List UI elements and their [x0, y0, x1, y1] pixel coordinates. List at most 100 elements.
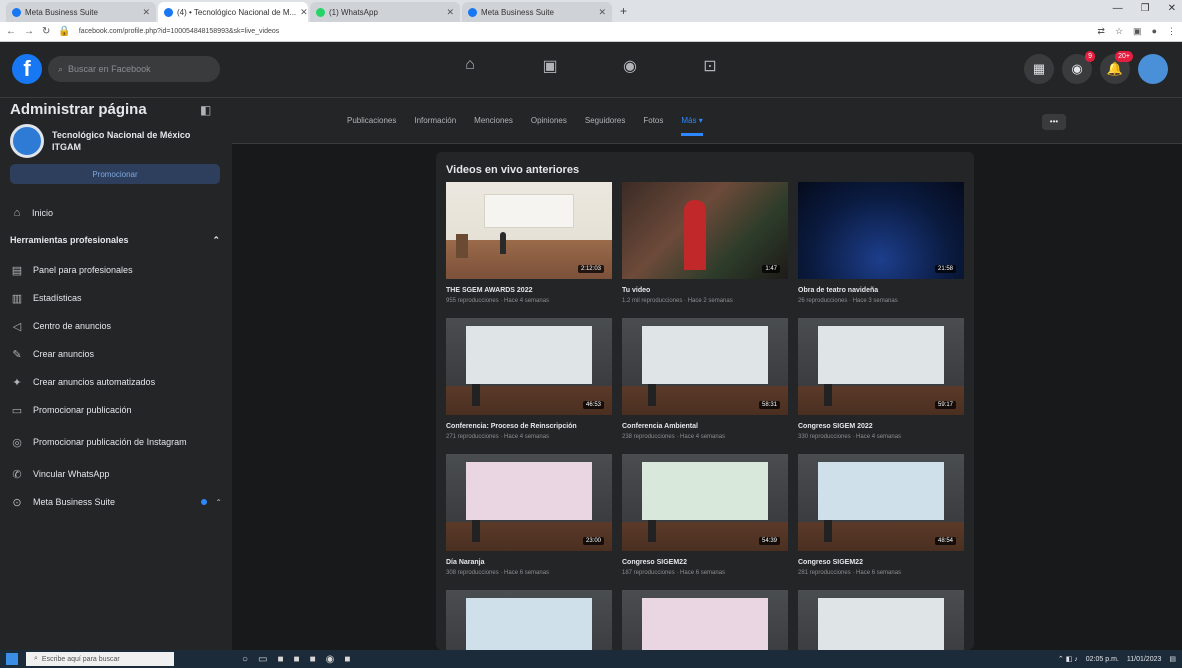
notifications-icon[interactable]: 🔔 20+	[1100, 51, 1133, 84]
app-icon[interactable]: ■	[294, 654, 300, 665]
tab-reviews[interactable]: Opiniones	[531, 116, 567, 136]
translate-icon[interactable]: ⇄	[1097, 26, 1105, 37]
browser-tab-3[interactable]: (1) WhatsApp ✕	[310, 2, 460, 22]
tab-information[interactable]: Información	[414, 116, 456, 136]
video-card[interactable]: 23:00 Día Naranja 308 reproducciones · H…	[446, 454, 612, 576]
browser-tab-2[interactable]: (4) • Tecnológico Nacional de M... ✕	[158, 2, 308, 22]
video-card[interactable]	[798, 590, 964, 650]
video-card[interactable]	[446, 590, 612, 650]
video-title[interactable]: Conferencia Ambiental	[622, 423, 788, 430]
word-icon[interactable]: ■	[310, 654, 316, 665]
browser-tab-4[interactable]: Meta Business Suite ✕	[462, 2, 612, 22]
video-card[interactable]: 46:53 Conferencia: Proceso de Reinscripc…	[446, 318, 612, 440]
facebook-logo-icon[interactable]: f	[12, 54, 42, 84]
page-switcher[interactable]: Tecnológico Nacional de México ITGAM	[10, 124, 212, 158]
menu-dots-icon[interactable]: ⋮	[1167, 26, 1176, 37]
maximize-icon[interactable]: ❐	[1141, 3, 1150, 14]
sidebar-item-professional-panel[interactable]: ▤ Panel para profesionales	[10, 256, 222, 284]
video-title[interactable]: Obra de teatro navideña	[798, 287, 964, 294]
video-thumbnail[interactable]	[798, 590, 964, 650]
video-thumbnail[interactable]	[446, 590, 612, 650]
video-card[interactable]: 21:58 Obra de teatro navideña 26 reprodu…	[798, 182, 964, 304]
notification-center-icon[interactable]: ▤	[1169, 655, 1176, 663]
reload-icon[interactable]: ↻	[42, 26, 50, 37]
app-icon[interactable]: ■	[344, 654, 350, 665]
close-icon[interactable]: ✕	[598, 7, 606, 18]
sidebar-item-statistics[interactable]: ▥ Estadísticas	[10, 284, 222, 312]
video-card[interactable]: 58:31 Conferencia Ambiental 238 reproduc…	[622, 318, 788, 440]
sidebar-item-home[interactable]: ⌂ Inicio	[10, 206, 53, 220]
video-thumbnail[interactable]: 54:39	[622, 454, 788, 551]
video-title[interactable]: Día Naranja	[446, 559, 612, 566]
sidebar-item-create-ads[interactable]: ✎ Crear anuncios	[10, 340, 222, 368]
profile-icon[interactable]: ●	[1152, 26, 1157, 37]
close-icon[interactable]: ✕	[142, 7, 150, 18]
video-title[interactable]: Conferencia: Proceso de Reinscripción	[446, 423, 612, 430]
messenger-icon[interactable]: ◉ 9	[1062, 51, 1095, 84]
video-card[interactable]	[622, 590, 788, 650]
video-thumbnail[interactable]: 48:54	[798, 454, 964, 551]
sidebar-item-automated-ads[interactable]: ✦ Crear anuncios automatizados	[10, 368, 222, 396]
tab-followers[interactable]: Seguidores	[585, 116, 625, 136]
chrome-icon[interactable]: ◉	[326, 654, 335, 665]
sidebar-item-ads-center[interactable]: ◁ Centro de anuncios	[10, 312, 222, 340]
cortana-icon[interactable]: ○	[242, 654, 248, 665]
video-thumbnail[interactable]: 1:47	[622, 182, 788, 279]
browser-tab-1[interactable]: Meta Business Suite ✕	[6, 2, 156, 22]
bookmark-star-icon[interactable]: ☆	[1115, 26, 1123, 37]
video-title[interactable]: Tu video	[622, 287, 788, 294]
close-icon[interactable]: ✕	[300, 7, 308, 18]
video-card[interactable]: 54:39 Congreso SIGEM22 187 reproduccione…	[622, 454, 788, 576]
close-window-icon[interactable]: ✕	[1168, 3, 1176, 14]
video-thumbnail[interactable]: 46:53	[446, 318, 612, 415]
taskbar-search-input[interactable]: ⌕ Escribe aquí para buscar	[26, 652, 174, 666]
video-title[interactable]: Congreso SIGEM22	[622, 559, 788, 566]
sidebar-item-promote-instagram[interactable]: ◎ Promocionar publicación de Instagram	[10, 424, 222, 460]
video-thumbnail[interactable]: 21:58	[798, 182, 964, 279]
sidebar-item-promote-post[interactable]: ▭ Promocionar publicación	[10, 396, 222, 424]
date[interactable]: 11/01/2023	[1127, 656, 1162, 663]
forward-icon[interactable]: →	[24, 26, 34, 37]
clock[interactable]: 02:05 p.m.	[1086, 656, 1119, 663]
new-tab-icon[interactable]: +	[614, 4, 633, 18]
minimize-icon[interactable]: —	[1113, 3, 1123, 14]
video-thumbnail[interactable]: 58:31	[622, 318, 788, 415]
task-view-icon[interactable]: ▭	[258, 654, 267, 665]
chevron-up-icon[interactable]: ⌃	[215, 498, 222, 507]
video-icon[interactable]: ▣	[510, 56, 590, 76]
collapse-sidebar-icon[interactable]: ◧	[200, 103, 211, 117]
app-icon[interactable]: ■	[278, 654, 284, 665]
video-title[interactable]: THE SGEM AWARDS 2022	[446, 287, 612, 294]
tab-more[interactable]: Más ▾	[681, 116, 703, 136]
extensions-icon[interactable]: ▣	[1133, 26, 1142, 37]
windows-start-icon[interactable]	[6, 653, 18, 665]
menu-grid-icon[interactable]: ▦	[1024, 54, 1054, 84]
url-field[interactable]: facebook.com/profile.php?id=100054848158…	[79, 25, 379, 39]
home-icon[interactable]: ⌂	[430, 56, 510, 76]
sidebar-item-link-whatsapp[interactable]: ✆ Vincular WhatsApp	[10, 460, 222, 488]
video-thumbnail[interactable]: 2:12:03	[446, 182, 612, 279]
groups-icon[interactable]: ◉	[590, 56, 670, 76]
video-card[interactable]: 1:47 Tu video 1.2 mil reproducciones · H…	[622, 182, 788, 304]
video-card[interactable]: 48:54 Congreso SIGEM22 281 reproduccione…	[798, 454, 964, 576]
sidebar-item-meta-business-suite[interactable]: ⊙ Meta Business Suite ⌃	[10, 488, 222, 516]
tab-mentions[interactable]: Menciones	[474, 116, 513, 136]
close-icon[interactable]: ✕	[446, 7, 454, 18]
video-title[interactable]: Congreso SIGEM 2022	[798, 423, 964, 430]
professional-tools-section[interactable]: Herramientas profesionales ⌃	[10, 235, 220, 246]
video-card[interactable]: 2:12:03 THE SGEM AWARDS 2022 955 reprodu…	[446, 182, 612, 304]
back-icon[interactable]: ←	[6, 26, 16, 37]
lock-icon[interactable]: 🔒	[58, 26, 70, 37]
more-options-button[interactable]: •••	[1042, 114, 1066, 130]
video-thumbnail[interactable]	[622, 590, 788, 650]
tray-icons[interactable]: ⌃ ◧ ♪	[1058, 655, 1078, 663]
tab-posts[interactable]: Publicaciones	[347, 116, 396, 136]
tab-photos[interactable]: Fotos	[643, 116, 663, 136]
gaming-icon[interactable]: ⊡	[670, 56, 750, 76]
search-input[interactable]: ⌕ Buscar en Facebook	[48, 56, 220, 82]
video-card[interactable]: 59:17 Congreso SIGEM 2022 330 reproducci…	[798, 318, 964, 440]
promote-button[interactable]: Promocionar	[10, 164, 220, 184]
avatar[interactable]	[1138, 54, 1168, 84]
video-title[interactable]: Congreso SIGEM22	[798, 559, 964, 566]
video-thumbnail[interactable]: 59:17	[798, 318, 964, 415]
